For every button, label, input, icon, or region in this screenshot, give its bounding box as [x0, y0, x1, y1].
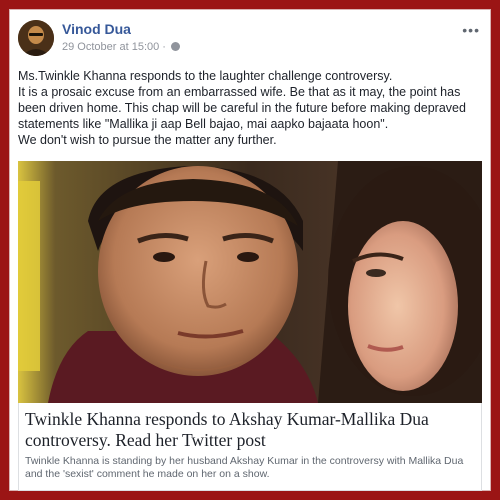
post-text-line: We don't wish to pursue the matter any f… — [18, 133, 277, 147]
link-description: Twinkle Khanna is standing by her husban… — [25, 455, 464, 480]
post-meta: 29 October at 15:00 · — [62, 41, 180, 53]
more-options-icon[interactable]: ••• — [462, 22, 480, 38]
globe-icon — [170, 42, 180, 51]
post-text-line: It is a prosaic excuse from an embarrass… — [18, 85, 466, 131]
link-preview[interactable]: Twinkle Khanna responds to Akshay Kumar-… — [18, 403, 482, 491]
post-text: Ms.Twinkle Khanna responds to the laught… — [18, 68, 480, 148]
link-preview-image[interactable] — [18, 161, 482, 403]
link-title[interactable]: Twinkle Khanna responds to Akshay Kumar-… — [25, 409, 477, 451]
post-text-line: Ms.Twinkle Khanna responds to the laught… — [18, 69, 393, 83]
meta-separator: · — [162, 41, 166, 53]
author-name[interactable]: Vinod Dua — [62, 21, 131, 37]
avatar-image — [18, 20, 54, 56]
post-timestamp[interactable]: 29 October at 15:00 — [62, 41, 159, 53]
post-header: Vinod Dua 29 October at 15:00 · ••• — [18, 18, 482, 62]
avatar[interactable] — [18, 20, 54, 56]
photo-illustration — [18, 161, 482, 403]
